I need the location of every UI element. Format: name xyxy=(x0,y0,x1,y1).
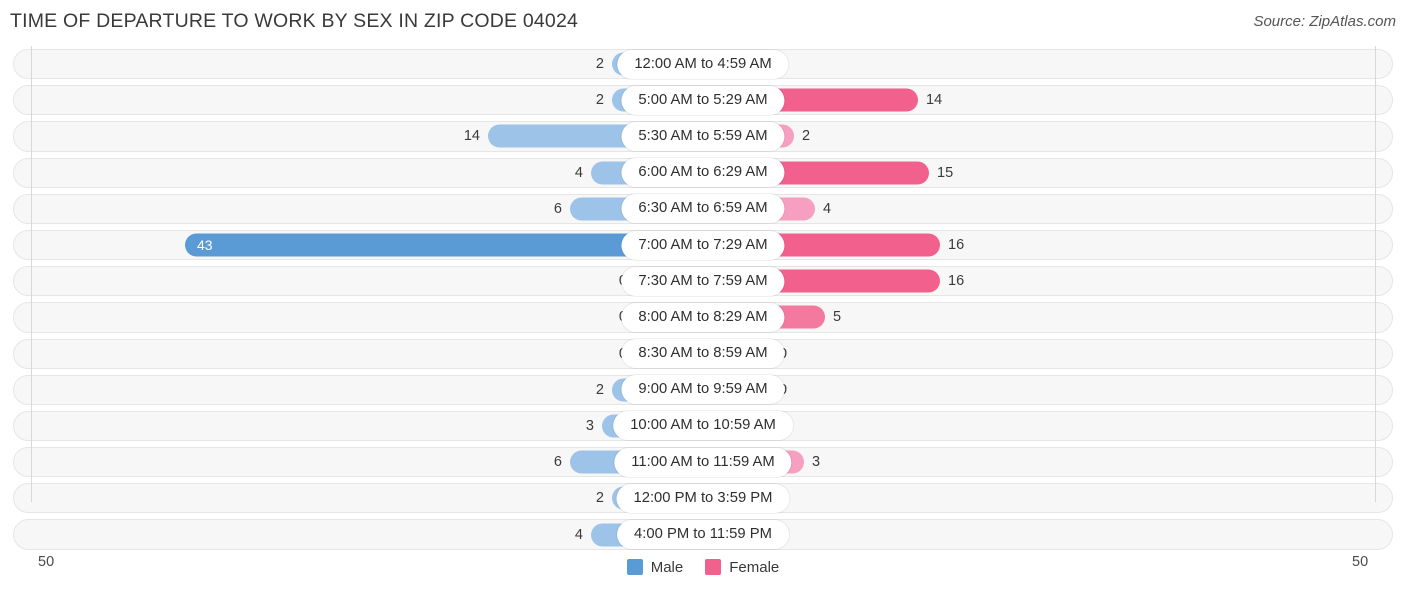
axis-and-legend: 50 50 Male Female xyxy=(0,554,1406,580)
category-label: 12:00 PM to 3:59 PM xyxy=(616,483,790,513)
value-label-female: 15 xyxy=(937,164,954,181)
category-label: 11:00 AM to 11:59 AM xyxy=(614,447,792,477)
category-label: 4:00 PM to 11:59 PM xyxy=(617,520,789,550)
table-row: 0167:30 AM to 7:59 AM xyxy=(0,263,1406,299)
legend-swatch-icon xyxy=(626,559,643,575)
chart-plot-area: 2012:00 AM to 4:59 AM2145:00 AM to 5:29 … xyxy=(0,46,1406,576)
category-label: 12:00 AM to 4:59 AM xyxy=(617,49,789,79)
page-title: TIME OF DEPARTURE TO WORK BY SEX IN ZIP … xyxy=(10,10,579,32)
value-label-female: 3 xyxy=(812,454,821,471)
table-row: 2012:00 AM to 4:59 AM xyxy=(0,46,1406,82)
table-row: 6 4 6:30 AM to 6:59 AM xyxy=(0,191,1406,227)
value-label-female: 5 xyxy=(833,309,842,326)
table-row: 4 15 6:00 AM to 6:29 AM xyxy=(0,155,1406,191)
source-attribution: Source: ZipAtlas.com xyxy=(1253,13,1396,30)
table-row: 209:00 AM to 9:59 AM xyxy=(0,372,1406,408)
value-label-male: 43 xyxy=(197,237,213,254)
table-row: 008:30 AM to 8:59 AM xyxy=(0,336,1406,372)
category-label: 10:00 AM to 10:59 AM xyxy=(613,411,793,441)
value-label-male: 2 xyxy=(595,56,604,73)
table-row: 404:00 PM to 11:59 PM xyxy=(0,516,1406,552)
value-label-female: 4 xyxy=(823,200,832,217)
value-label-male: 3 xyxy=(585,417,594,434)
value-label-male: 2 xyxy=(595,381,604,398)
table-row: 3010:00 AM to 10:59 AM xyxy=(0,408,1406,444)
category-label: 9:00 AM to 9:59 AM xyxy=(621,375,785,405)
legend-label: Female xyxy=(729,558,780,576)
value-label-male: 6 xyxy=(553,200,562,217)
gridline-left xyxy=(31,46,32,502)
category-label: 6:00 AM to 6:29 AM xyxy=(621,158,785,188)
legend-label: Male xyxy=(650,558,684,576)
legend-item[interactable]: Female xyxy=(705,559,779,576)
category-label: 8:00 AM to 8:29 AM xyxy=(621,302,785,332)
value-label-female: 2 xyxy=(802,128,811,145)
value-label-male: 14 xyxy=(463,128,480,145)
table-row: 6 3 11:00 AM to 11:59 AM xyxy=(0,444,1406,480)
category-label: 6:30 AM to 6:59 AM xyxy=(621,194,785,224)
value-label-male: 6 xyxy=(553,454,562,471)
gridline-right xyxy=(1375,46,1376,502)
category-label: 7:00 AM to 7:29 AM xyxy=(621,230,785,260)
category-label: 8:30 AM to 8:59 AM xyxy=(621,339,785,369)
value-label-male: 2 xyxy=(595,490,604,507)
chart-header: TIME OF DEPARTURE TO WORK BY SEX IN ZIP … xyxy=(0,0,1406,46)
value-label-female: 16 xyxy=(948,237,965,254)
table-row: 14 2 5:30 AM to 5:59 AM xyxy=(0,118,1406,154)
table-row: 058:00 AM to 8:29 AM xyxy=(0,299,1406,335)
table-row: 43 16 7:00 AM to 7:29 AM xyxy=(0,227,1406,263)
table-row: 2012:00 PM to 3:59 PM xyxy=(0,480,1406,516)
legend-item[interactable]: Male xyxy=(626,558,684,576)
category-label: 7:30 AM to 7:59 AM xyxy=(621,266,785,296)
value-label-male: 4 xyxy=(574,164,583,181)
value-label-male: 2 xyxy=(595,92,604,109)
category-label: 5:30 AM to 5:59 AM xyxy=(621,121,785,151)
value-label-male: 4 xyxy=(574,526,583,543)
table-row: 2 14 5:00 AM to 5:29 AM xyxy=(0,82,1406,118)
chart-legend: Male Female xyxy=(0,554,1406,580)
value-label-female: 14 xyxy=(926,92,943,109)
legend-swatch-icon xyxy=(705,559,722,575)
category-label: 5:00 AM to 5:29 AM xyxy=(621,85,785,115)
bar-rows: 2012:00 AM to 4:59 AM2145:00 AM to 5:29 … xyxy=(0,46,1406,553)
value-label-female: 16 xyxy=(948,273,965,290)
